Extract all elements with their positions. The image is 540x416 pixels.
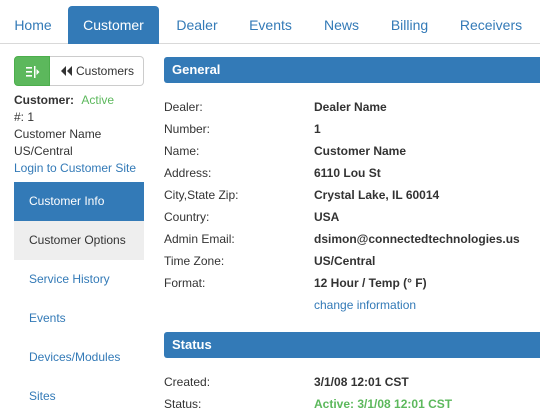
info-value: dsimon@connectedtechnologies.us xyxy=(314,232,520,246)
info-value: Dealer Name xyxy=(314,100,387,114)
status-label: Created: xyxy=(164,375,211,389)
info-row-dealer: Dealer: Dealer Name xyxy=(164,96,540,118)
status-row-status: Status: Active: 3/1/08 12:01 CST xyxy=(164,393,540,415)
info-label: Name: xyxy=(164,144,200,158)
tab-dealer[interactable]: Dealer xyxy=(161,6,233,44)
info-label: Number: xyxy=(164,122,211,136)
info-value: US/Central xyxy=(314,254,376,268)
info-label: Format: xyxy=(164,276,206,290)
customer-timezone: US/Central xyxy=(14,144,73,158)
info-row-format: Format: 12 Hour / Temp (° F) xyxy=(164,272,540,294)
info-value: 1 xyxy=(314,122,321,136)
tab-customer[interactable]: Customer xyxy=(68,6,159,44)
back-to-customers-button[interactable]: Customers xyxy=(50,56,144,86)
tab-events[interactable]: Events xyxy=(235,6,306,44)
customer-label: Customer: xyxy=(14,93,75,107)
indent-icon xyxy=(26,66,40,78)
tab-receivers[interactable]: Receivers xyxy=(444,6,538,44)
info-label: Admin Email: xyxy=(164,232,235,246)
tab-news[interactable]: News xyxy=(308,6,375,44)
customer-status-line: Customer: Active xyxy=(14,93,114,107)
change-information-row: change information xyxy=(164,294,540,316)
status-value-active: Active: 3/1/08 12:01 CST xyxy=(314,397,453,411)
info-value: 6110 Lou St xyxy=(314,166,381,180)
customer-number: #: 1 xyxy=(14,110,35,124)
status-panel-heading: Status xyxy=(164,332,540,358)
info-row-number: Number: 1 xyxy=(164,118,540,140)
sidebar-menu: Customer Info Customer Options Service H… xyxy=(14,182,144,416)
sidebar-button-group: Customers xyxy=(14,56,144,86)
info-label: Country: xyxy=(164,210,210,224)
double-chevron-left-icon xyxy=(61,66,72,76)
status-label: Status: xyxy=(164,397,202,411)
tab-billing[interactable]: Billing xyxy=(377,6,442,44)
info-value: Customer Name xyxy=(314,144,407,158)
info-row-city-state-zip: City,State Zip: Crystal Lake, IL 60014 xyxy=(164,184,540,206)
top-nav: Home Customer Dealer Events News Billing… xyxy=(0,0,540,44)
status-row-created: Created: 3/1/08 12:01 CST xyxy=(164,371,540,393)
back-button-label: Customers xyxy=(76,64,135,78)
sidebar-item-service-history[interactable]: Service History xyxy=(14,260,144,299)
info-row-country: Country: USA xyxy=(164,206,540,228)
info-row-address: Address: 6110 Lou St xyxy=(164,162,540,184)
info-label: City,State Zip: xyxy=(164,188,239,202)
info-row-time-zone: Time Zone: US/Central xyxy=(164,250,540,272)
info-value: USA xyxy=(314,210,340,224)
tab-home[interactable]: Home xyxy=(0,6,66,44)
general-panel-heading: General xyxy=(164,57,540,83)
info-row-name: Name: Customer Name xyxy=(164,140,540,162)
info-value: Crystal Lake, IL 60014 xyxy=(314,188,440,202)
info-row-admin-email: Admin Email: dsimon@connectedtechnologie… xyxy=(164,228,540,250)
login-to-customer-site-link[interactable]: Login to Customer Site xyxy=(14,161,136,175)
info-label: Address: xyxy=(164,166,212,180)
sidebar-item-sites[interactable]: Sites xyxy=(14,377,144,416)
info-label: Time Zone: xyxy=(164,254,225,268)
change-information-link[interactable]: change information xyxy=(314,294,416,316)
info-label: Dealer: xyxy=(164,100,203,114)
customer-status-badge: Active xyxy=(81,93,115,107)
sidebar-item-events[interactable]: Events xyxy=(14,299,144,338)
sidebar-item-devices-modules[interactable]: Devices/Modules xyxy=(14,338,144,377)
sidebar-item-customer-options[interactable]: Customer Options xyxy=(14,221,144,260)
sidebar-item-customer-info[interactable]: Customer Info xyxy=(14,182,144,221)
customer-name: Customer Name xyxy=(14,127,102,141)
info-value: 12 Hour / Temp (° F) xyxy=(314,276,427,290)
status-value: 3/1/08 12:01 CST xyxy=(314,375,409,389)
toggle-sidebar-button[interactable] xyxy=(14,56,50,86)
